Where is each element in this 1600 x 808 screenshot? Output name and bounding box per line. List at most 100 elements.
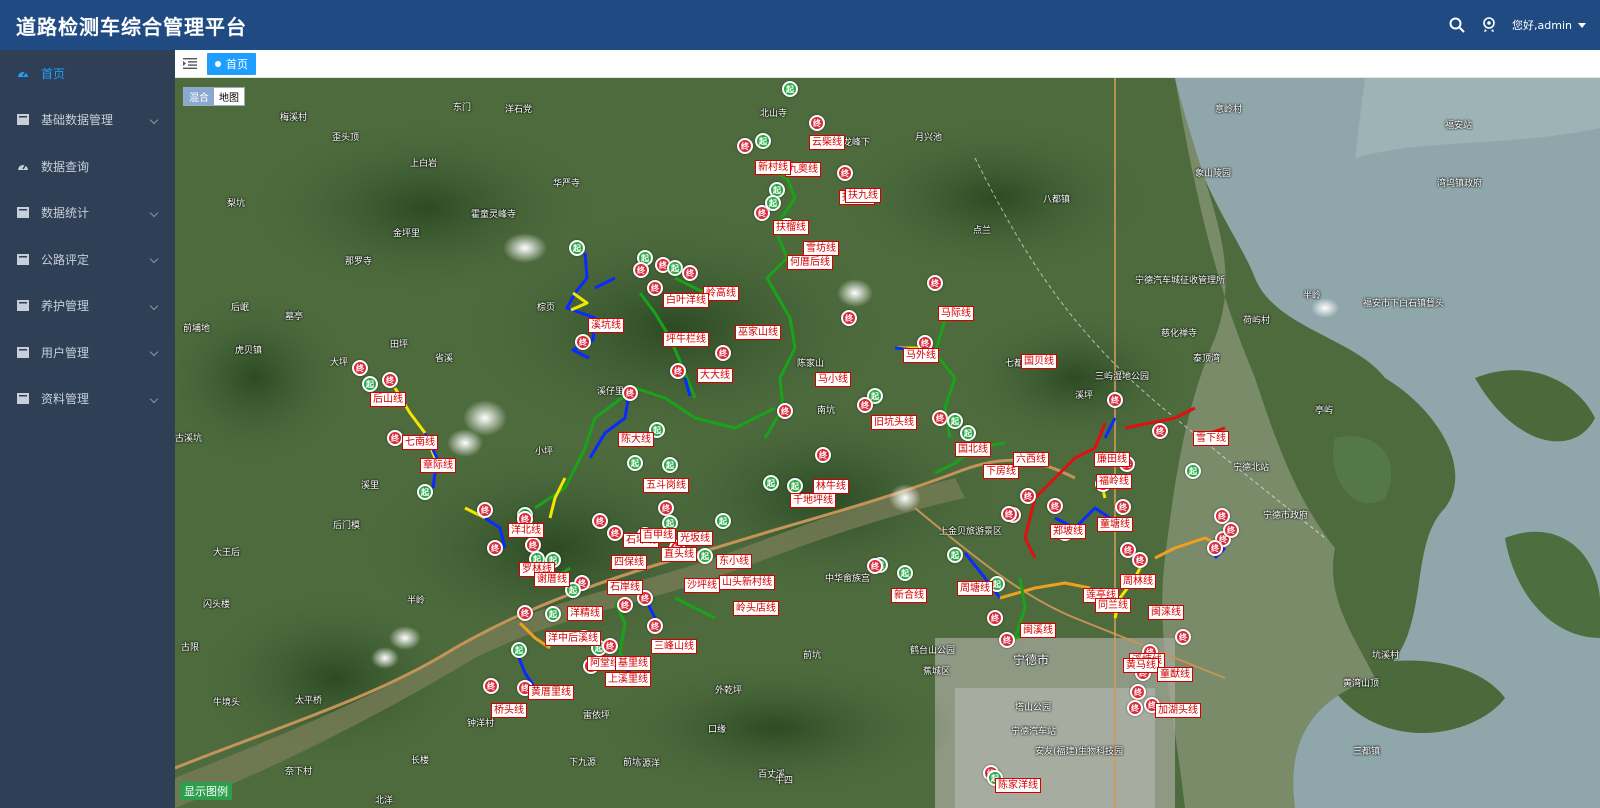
road-label[interactable]: 周林线 [1120,574,1156,589]
road-label[interactable]: 洋北线 [508,523,544,538]
road-label[interactable]: 上溪里线 [605,672,651,687]
route-end-marker[interactable]: 终 [647,280,663,296]
route-end-marker[interactable]: 终 [1132,552,1148,568]
road-label[interactable]: 国北线 [955,442,991,457]
road-label[interactable]: 大大线 [697,368,733,383]
road-label[interactable]: 三峰山线 [651,639,697,654]
road-label[interactable]: 何厝后线 [787,255,833,270]
road-label[interactable]: 沙坪线 [684,578,720,593]
road-label[interactable]: 旧坑头线 [871,415,917,430]
route-end-marker[interactable]: 终 [575,334,591,350]
route-end-marker[interactable]: 终 [1152,423,1168,439]
route-end-marker[interactable]: 终 [647,618,663,634]
road-label[interactable]: 石岸线 [607,580,643,595]
route-end-marker[interactable]: 终 [607,525,623,541]
sidebar-item-data-query[interactable]: 数据查询 [0,143,175,190]
show-legend-button[interactable]: 显示图例 [180,782,232,800]
road-label[interactable]: 雪下线 [1193,431,1229,446]
road-label[interactable]: 黄厝里线 [528,685,574,700]
route-end-marker[interactable]: 终 [352,360,368,376]
route-end-marker[interactable]: 终 [682,265,698,281]
road-label[interactable]: 陈大线 [618,432,654,447]
route-start-marker[interactable]: 起 [511,642,527,658]
road-label[interactable]: 扶九线 [845,188,881,203]
route-end-marker[interactable]: 终 [602,638,618,654]
route-end-marker[interactable]: 终 [932,410,948,426]
road-label[interactable]: 五斗岗线 [643,478,689,493]
road-label[interactable]: 马际线 [938,306,974,321]
route-end-marker[interactable]: 终 [483,678,499,694]
road-label[interactable]: 洋中后溪线 [545,631,601,646]
route-end-marker[interactable]: 终 [658,500,674,516]
road-label[interactable]: 黄马线 [1123,658,1159,673]
road-label[interactable]: 谢厝线 [534,572,570,587]
route-end-marker[interactable]: 终 [1207,540,1223,556]
route-end-marker[interactable]: 终 [1130,684,1146,700]
sidebar-item-basic-data[interactable]: 基础数据管理 [0,97,175,144]
route-end-marker[interactable]: 终 [715,345,731,361]
sidebar-item-data-statistics[interactable]: 数据统计 [0,190,175,237]
road-label[interactable]: 洋精线 [567,606,603,621]
road-label[interactable]: 闽溪线 [1020,623,1056,638]
route-start-marker[interactable]: 起 [362,376,378,392]
road-label[interactable]: 陈家洋线 [995,778,1041,793]
road-label[interactable]: 同兰线 [1095,598,1131,613]
route-end-marker[interactable]: 终 [670,363,686,379]
road-label[interactable]: 童塘线 [1097,517,1133,532]
route-start-marker[interactable]: 起 [755,133,771,149]
road-label[interactable]: 马外线 [903,348,939,363]
route-end-marker[interactable]: 终 [477,502,493,518]
route-end-marker[interactable]: 终 [867,558,883,574]
route-end-marker[interactable]: 终 [1115,499,1131,515]
route-end-marker[interactable]: 终 [1175,629,1191,645]
route-start-marker[interactable]: 起 [960,425,976,441]
route-end-marker[interactable]: 终 [382,372,398,388]
route-start-marker[interactable]: 起 [947,413,963,429]
road-label[interactable]: 廉田线 [1094,452,1130,467]
road-label[interactable]: 七南线 [402,435,438,450]
map-view[interactable]: 混合 地图 梅溪村 东门 洋石党 北山寺 龙峰下 月兴池 意岭村 福安站 歪头顶 上白岩 华严寺 霍童… [175,78,1600,808]
route-end-marker[interactable]: 终 [592,513,608,529]
road-label[interactable]: 千地坪线 [790,493,836,508]
route-end-marker[interactable]: 终 [837,165,853,181]
route-start-marker[interactable]: 起 [627,455,643,471]
road-label[interactable]: 扶榴线 [773,220,809,235]
user-menu[interactable]: 您好,admin [1512,17,1586,33]
road-label[interactable]: 福岭线 [1096,474,1132,489]
route-start-marker[interactable]: 起 [763,475,779,491]
road-label[interactable]: 白叶洋线 [663,293,709,308]
route-start-marker[interactable]: 起 [569,240,585,256]
route-end-marker[interactable]: 终 [841,310,857,326]
route-end-marker[interactable]: 终 [517,605,533,621]
road-label[interactable]: 光坂线 [677,531,713,546]
road-label[interactable]: 百甲线 [640,528,676,543]
road-label[interactable]: 岭头店线 [733,601,779,616]
user-badge-icon[interactable] [1480,16,1498,34]
route-end-marker[interactable]: 终 [617,597,633,613]
road-label[interactable]: 四保线 [611,555,647,570]
route-end-marker[interactable]: 终 [987,610,1003,626]
road-label[interactable]: 云柴线 [809,135,845,150]
road-label[interactable]: 周塘线 [957,581,993,596]
road-label[interactable]: 后山线 [370,392,406,407]
map-type-hybrid[interactable]: 混合 [184,88,214,105]
sidebar-item-road-evaluation[interactable]: 公路评定 [0,236,175,283]
road-label[interactable]: 童猷线 [1157,667,1193,682]
route-start-marker[interactable]: 起 [1185,463,1201,479]
road-label[interactable]: 巫家山线 [735,325,781,340]
sidebar-item-documents[interactable]: 资料管理 [0,376,175,423]
road-label[interactable]: 东小线 [716,554,752,569]
route-end-marker[interactable]: 终 [1223,522,1239,538]
road-label[interactable]: 郑坡线 [1050,524,1086,539]
route-end-marker[interactable]: 终 [1047,498,1063,514]
route-end-marker[interactable]: 终 [927,275,943,291]
search-icon[interactable] [1448,16,1466,34]
road-label[interactable]: 新合线 [891,588,927,603]
route-end-marker[interactable]: 终 [1127,700,1143,716]
route-start-marker[interactable]: 起 [787,478,803,494]
road-label[interactable]: 国贝线 [1021,354,1057,369]
route-start-marker[interactable]: 起 [715,513,731,529]
route-start-marker[interactable]: 起 [897,565,913,581]
route-start-marker[interactable]: 起 [417,484,433,500]
sidebar-item-home[interactable]: 首页 [0,50,175,97]
